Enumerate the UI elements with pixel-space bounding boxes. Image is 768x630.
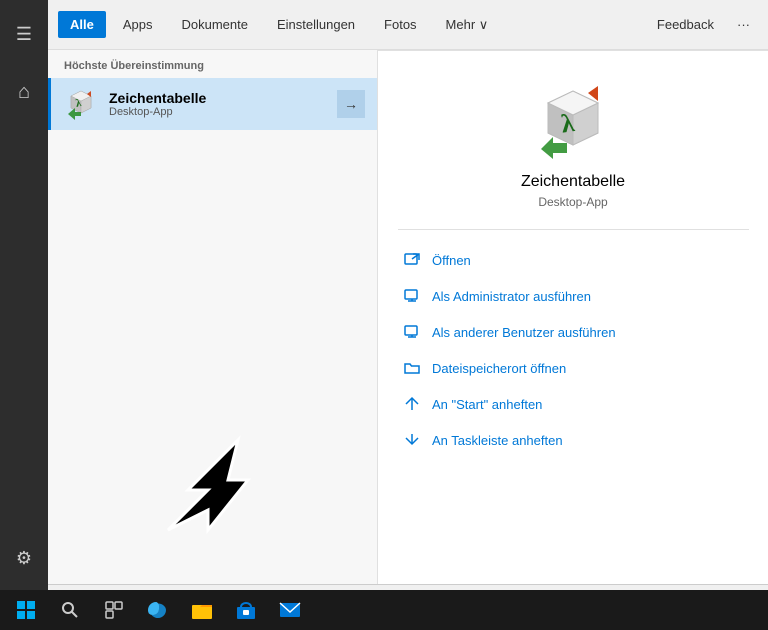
detail-actions: Öffnen Als Administrator ausführen Als a… <box>378 242 768 458</box>
content-area: Höchste Übereinstimmung λ <box>48 50 768 584</box>
action-run-admin[interactable]: Als Administrator ausführen <box>398 278 748 314</box>
mail-icon <box>279 599 301 621</box>
tab-apps[interactable]: Apps <box>111 11 165 38</box>
action-pin-start-label: An "Start" anheften <box>432 397 542 412</box>
results-lower <box>48 130 377 584</box>
charmap-icon: λ <box>63 86 99 122</box>
detail-name: Zeichentabelle <box>521 173 625 191</box>
windows-icon <box>17 601 35 619</box>
nav-tabs: Alle Apps Dokumente Einstellungen Fotos … <box>48 0 768 50</box>
action-user-label: Als anderer Benutzer ausführen <box>432 325 616 340</box>
result-arrow[interactable]: → <box>337 90 365 118</box>
tab-dokumente[interactable]: Dokumente <box>169 11 259 38</box>
sidebar: ☰ ⌂ ⚙ 👤 <box>0 0 48 630</box>
sidebar-home[interactable]: ⌂ <box>0 68 48 116</box>
tab-mehr[interactable]: Mehr ∨ <box>434 11 501 39</box>
more-button[interactable]: ··· <box>729 11 758 38</box>
tab-einstellungen[interactable]: Einstellungen <box>265 11 367 38</box>
user-run-icon <box>402 322 422 342</box>
start-menu: Alle Apps Dokumente Einstellungen Fotos … <box>48 0 768 630</box>
search-taskbar-icon <box>61 601 79 619</box>
detail-panel: λ Zeichentabelle Desktop-App Öffnen <box>378 50 768 584</box>
open-icon <box>402 250 422 270</box>
explorer-icon <box>191 599 213 621</box>
feedback-button[interactable]: Feedback <box>647 11 724 38</box>
taskview-icon <box>105 601 123 619</box>
sidebar-hamburger[interactable]: ☰ <box>0 10 48 58</box>
admin-icon <box>402 286 422 306</box>
action-pin-taskbar[interactable]: An Taskleiste anheften <box>398 422 748 458</box>
store-button[interactable] <box>228 592 264 628</box>
results-panel: Höchste Übereinstimmung λ <box>48 50 378 584</box>
tab-fotos[interactable]: Fotos <box>372 11 429 38</box>
action-pin-start[interactable]: An "Start" anheften <box>398 386 748 422</box>
taskview-button[interactable] <box>94 590 134 630</box>
result-item-icon: λ <box>63 86 99 122</box>
results-section-label: Höchste Übereinstimmung <box>48 50 377 78</box>
detail-divider <box>398 229 749 230</box>
action-admin-label: Als Administrator ausführen <box>432 289 591 304</box>
action-run-user[interactable]: Als anderer Benutzer ausführen <box>398 314 748 350</box>
action-location-label: Dateispeicherort öffnen <box>432 361 566 376</box>
sidebar-settings[interactable]: ⚙ <box>0 534 48 582</box>
edge-button[interactable] <box>140 592 176 628</box>
start-button[interactable] <box>6 590 46 630</box>
explorer-button[interactable] <box>184 592 220 628</box>
hamburger-icon: ☰ <box>16 24 32 45</box>
edge-icon <box>147 599 169 621</box>
result-item-type: Desktop-App <box>109 106 337 118</box>
result-item-text: Zeichentabelle Desktop-App <box>109 90 337 118</box>
result-item-name: Zeichentabelle <box>109 90 337 106</box>
settings-icon: ⚙ <box>16 548 32 569</box>
store-icon <box>235 599 257 621</box>
detail-type: Desktop-App <box>538 195 607 209</box>
result-item-zeichentabelle[interactable]: λ Zeichentabelle Desktop-App → <box>48 78 377 130</box>
tab-alle[interactable]: Alle <box>58 11 106 38</box>
home-icon: ⌂ <box>18 81 30 104</box>
pin-start-icon <box>402 394 422 414</box>
action-open[interactable]: Öffnen <box>398 242 748 278</box>
taskbar-search-button[interactable] <box>50 590 90 630</box>
charmap-large-icon: λ <box>533 81 613 161</box>
action-open-label: Öffnen <box>432 253 471 268</box>
taskbar <box>0 590 768 630</box>
detail-icon-large: λ <box>533 81 613 161</box>
folder-icon <box>402 358 422 378</box>
action-file-location[interactable]: Dateispeicherort öffnen <box>398 350 748 386</box>
mail-button[interactable] <box>272 592 308 628</box>
pin-taskbar-icon <box>402 430 422 450</box>
action-pin-taskbar-label: An Taskleiste anheften <box>432 433 563 448</box>
